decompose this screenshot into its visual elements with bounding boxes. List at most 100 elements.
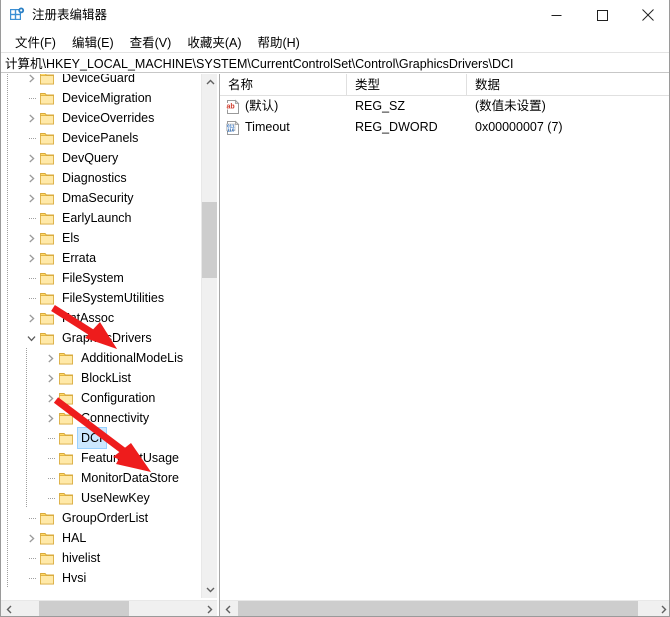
tree-item-filesystem[interactable]: FileSystem	[1, 268, 201, 288]
folder-icon	[39, 550, 55, 566]
tree-vertical-scrollbar[interactable]	[201, 74, 217, 598]
tree-item-label: DmaSecurity	[62, 191, 134, 205]
tree-guide-line	[26, 488, 27, 508]
column-data[interactable]: 数据	[467, 74, 669, 96]
folder-icon	[39, 310, 55, 326]
tree-item-filesystemutilities[interactable]: FileSystemUtilities	[1, 288, 201, 308]
table-row[interactable]: ab (默认) REG_SZ (数值未设置)	[220, 96, 669, 117]
column-type[interactable]: 类型	[347, 74, 467, 96]
tree-item-fntassoc[interactable]: FntAssoc	[1, 308, 201, 328]
tree-guide-line	[7, 448, 8, 468]
chevron-right-icon[interactable]	[23, 308, 39, 328]
value-type: REG_SZ	[355, 99, 406, 113]
chevron-up-icon[interactable]	[202, 74, 217, 91]
chevron-left-icon[interactable]	[220, 601, 237, 616]
tree-guide-line	[7, 328, 8, 348]
tree-guide-line	[7, 548, 8, 568]
tree-guide-line	[7, 408, 8, 428]
tree-item-deviceguard[interactable]: DeviceGuard	[1, 74, 201, 88]
tree-guide-line	[7, 468, 8, 488]
window-controls	[533, 0, 669, 30]
tree-item-dci[interactable]: DCI	[1, 427, 201, 449]
close-button[interactable]	[625, 0, 669, 30]
tree-item-hal[interactable]: HAL	[1, 528, 201, 548]
tree-item-configuration[interactable]: Configuration	[1, 388, 201, 408]
folder-icon	[39, 270, 55, 286]
tree-hscroll-thumb[interactable]	[39, 601, 129, 616]
chevron-right-icon[interactable]	[42, 408, 58, 428]
tree-item-els[interactable]: Els	[1, 228, 201, 248]
registry-values-pane: 名称 类型 数据 ab (默认) REG_SZ (数值未设置) 011 110 …	[219, 74, 669, 616]
tree-leaf-connector	[23, 268, 39, 288]
tree-item-grouporderlist[interactable]: GroupOrderList	[1, 508, 201, 528]
registry-editor-icon	[9, 7, 25, 23]
tree-item-hivelist[interactable]: hivelist	[1, 548, 201, 568]
chevron-right-icon[interactable]	[23, 528, 39, 548]
tree-guide-line	[7, 148, 8, 168]
tree-horizontal-scrollbar[interactable]	[1, 600, 217, 616]
tree-guide-line	[7, 128, 8, 148]
chevron-right-icon[interactable]	[23, 228, 39, 248]
maximize-button[interactable]	[579, 0, 625, 30]
tree-item-additionalmodelis[interactable]: AdditionalModeLis	[1, 348, 201, 368]
tree-item-hvsi[interactable]: Hvsi	[1, 568, 201, 588]
folder-icon	[58, 470, 74, 486]
tree-guide-line	[7, 368, 8, 388]
tree-item-usenewkey[interactable]: UseNewKey	[1, 488, 201, 508]
tree-item-label: Connectivity	[81, 411, 150, 425]
tree-item-label: DeviceGuard	[62, 74, 135, 85]
chevron-right-icon[interactable]	[23, 188, 39, 208]
chevron-right-icon[interactable]	[42, 388, 58, 408]
menu-favorites[interactable]: 收藏夹(A)	[179, 30, 249, 53]
tree-item-label: BlockList	[81, 371, 132, 385]
tree-guide-line	[7, 348, 8, 368]
chevron-down-icon[interactable]	[202, 581, 217, 598]
address-bar[interactable]: 计算机\HKEY_LOCAL_MACHINE\SYSTEM\CurrentCon…	[1, 52, 669, 73]
tree-leaf-connector	[42, 488, 58, 508]
folder-icon	[39, 290, 55, 306]
menu-file[interactable]: 文件(F)	[7, 30, 64, 53]
chevron-right-icon[interactable]	[201, 601, 217, 616]
tree-guide-line	[7, 508, 8, 528]
tree-item-dmasecurity[interactable]: DmaSecurity	[1, 188, 201, 208]
chevron-left-icon[interactable]	[1, 601, 18, 616]
menu-view[interactable]: 查看(V)	[122, 30, 180, 53]
tree-item-connectivity[interactable]: Connectivity	[1, 408, 201, 428]
content-area: DeviceGuard DeviceMigration DeviceOverride…	[1, 74, 669, 616]
value-hscroll-thumb[interactable]	[238, 601, 638, 616]
tree-leaf-connector	[23, 208, 39, 228]
menu-edit[interactable]: 编辑(E)	[64, 30, 122, 53]
registry-tree[interactable]: DeviceGuard DeviceMigration DeviceOverride…	[1, 74, 201, 598]
chevron-right-icon[interactable]	[23, 74, 39, 88]
tree-item-errata[interactable]: Errata	[1, 248, 201, 268]
chevron-down-icon[interactable]	[23, 328, 39, 348]
tree-item-label: Configuration	[81, 391, 156, 405]
table-row[interactable]: 011 110 Timeout REG_DWORD 0x00000007 (7)	[220, 117, 669, 138]
tree-item-earlylaunch[interactable]: EarlyLaunch	[1, 208, 201, 228]
chevron-right-icon[interactable]	[23, 168, 39, 188]
value-horizontal-scrollbar[interactable]	[220, 600, 669, 616]
column-name[interactable]: 名称	[220, 74, 347, 96]
tree-item-label: hivelist	[62, 551, 101, 565]
tree-item-diagnostics[interactable]: Diagnostics	[1, 168, 201, 188]
tree-item-devquery[interactable]: DevQuery	[1, 148, 201, 168]
value-list[interactable]: ab (默认) REG_SZ (数值未设置) 011 110 Timeout R…	[220, 96, 669, 138]
chevron-right-icon[interactable]	[23, 148, 39, 168]
tree-item-devicepanels[interactable]: DevicePanels	[1, 128, 201, 148]
chevron-right-icon[interactable]	[23, 248, 39, 268]
chevron-right-icon[interactable]	[23, 108, 39, 128]
tree-guide-line	[7, 208, 8, 228]
tree-item-devicemigration[interactable]: DeviceMigration	[1, 88, 201, 108]
minimize-button[interactable]	[533, 0, 579, 30]
chevron-right-icon[interactable]	[42, 348, 58, 368]
tree-item-blocklist[interactable]: BlockList	[1, 368, 201, 388]
tree-item-deviceoverrides[interactable]: DeviceOverrides	[1, 108, 201, 128]
tree-item-monitordatastore[interactable]: MonitorDataStore	[1, 468, 201, 488]
tree-scroll-thumb[interactable]	[202, 202, 217, 278]
menu-help[interactable]: 帮助(H)	[249, 30, 307, 53]
chevron-right-icon[interactable]	[655, 601, 669, 616]
tree-item-graphicsdrivers[interactable]: GraphicsDrivers	[1, 328, 201, 348]
tree-item-featuresetusage[interactable]: FeatureSetUsage	[1, 448, 201, 468]
tree-item-label: DevQuery	[62, 151, 119, 165]
chevron-right-icon[interactable]	[42, 368, 58, 388]
